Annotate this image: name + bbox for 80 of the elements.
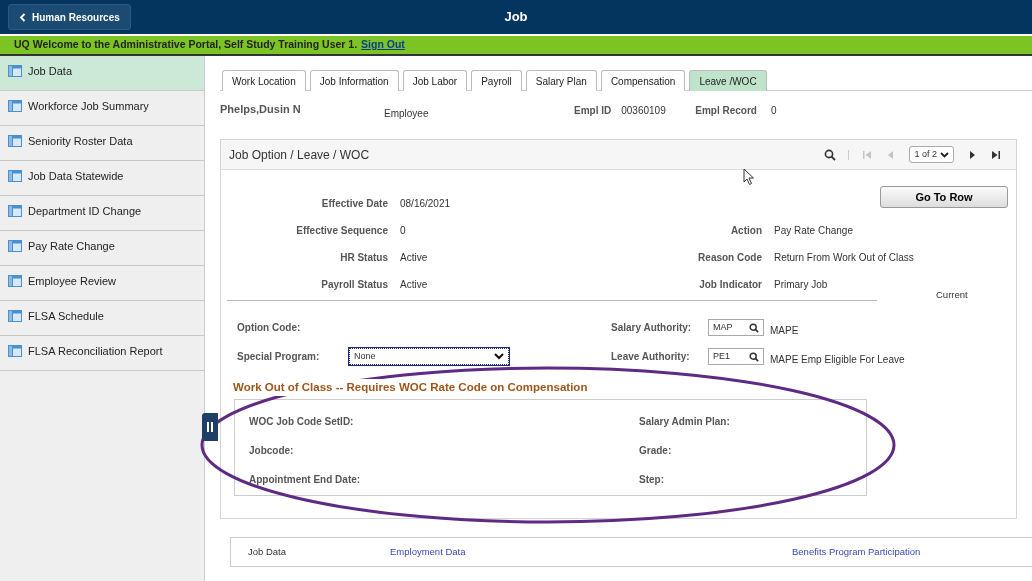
lookup-field[interactable]: MAP <box>708 319 764 336</box>
sidebar-item[interactable]: Seniority Roster Data <box>0 126 204 161</box>
tab[interactable]: Payroll <box>471 70 522 91</box>
field-value: 08/16/2021 <box>400 197 452 211</box>
page-select[interactable]: 1 of 2 <box>909 145 954 164</box>
sidebar-item[interactable]: Employee Review <box>0 266 204 301</box>
field-value: Return From Work Out of Class <box>774 251 915 265</box>
field-label: Jobcode: <box>249 444 295 459</box>
field-label: WOC Job Code SetID: <box>249 415 355 430</box>
collapse-handle[interactable] <box>202 413 218 441</box>
field-label: Option Code: <box>237 321 302 335</box>
sidebar-item[interactable]: Workforce Job Summary <box>0 91 204 126</box>
field-value: Active <box>400 251 429 265</box>
empl-id-value: 00360109 <box>621 104 667 118</box>
field-label: Appointment End Date: <box>249 473 362 488</box>
sidebar-item[interactable]: FLSA Reconciliation Report <box>0 336 204 371</box>
page-icon <box>8 100 22 112</box>
page-icon <box>8 345 22 357</box>
lookup-field[interactable]: PE1 <box>708 348 764 365</box>
sign-out-link[interactable]: Sign Out <box>361 37 405 53</box>
tab[interactable]: Work Location <box>222 70 306 91</box>
sidebar-item[interactable]: Job Data Statewide <box>0 161 204 196</box>
footer-link[interactable]: Employment Data <box>390 544 792 560</box>
tab[interactable]: Job Information <box>309 70 399 91</box>
back-chevron-icon <box>19 12 26 22</box>
empl-id-label: Empl ID <box>574 104 612 118</box>
field-value: Pay Rate Change <box>774 224 854 238</box>
field-value: Active <box>400 278 429 292</box>
last-page-icon[interactable] <box>990 148 1002 161</box>
page-icon <box>8 65 22 77</box>
footer-text: Job Data <box>248 544 288 559</box>
welcome-message: UQ Welcome to the Administrative Portal, Self Study Training User 1. <box>14 37 358 53</box>
field-label: Salary Admin Plan: <box>639 415 731 430</box>
dropdown-icon <box>494 353 504 360</box>
page-icon <box>8 205 22 217</box>
empl-record-label: Empl Record <box>695 104 757 118</box>
footer-link[interactable]: Benefits Program Participation <box>792 544 921 560</box>
page-icon <box>8 310 22 322</box>
empl-record-value: 0 <box>770 104 777 118</box>
special-program-select[interactable]: None <box>349 348 509 365</box>
field-label: Payroll Status <box>320 278 388 292</box>
search-icon[interactable] <box>824 148 837 161</box>
go-to-row-button[interactable]: Go To Row <box>880 186 1008 208</box>
sidebar-item[interactable]: Job Data <box>0 56 204 91</box>
page-icon <box>8 275 22 287</box>
page-icon <box>8 240 22 252</box>
tab[interactable]: Salary Plan <box>525 70 597 91</box>
field-label: Leave Authority: <box>611 350 691 364</box>
field-label: HR Status <box>339 251 388 265</box>
field-label: Job Indicator <box>698 278 762 292</box>
search-icon[interactable] <box>749 322 759 333</box>
field-value: 0 <box>400 224 407 238</box>
pause-icon <box>207 422 213 432</box>
field-label: Reason Code <box>697 251 762 265</box>
panel-title: Job Option / Leave / WOC <box>229 146 370 164</box>
field-description: MAPE Emp Eligible For Leave <box>770 353 905 367</box>
section-title: Work Out of Class -- Requires WOC Rate Code on Compensation <box>233 379 588 397</box>
field-label: Effective Sequence <box>295 224 388 238</box>
field-description: MAPE <box>770 324 799 338</box>
sidebar-item[interactable]: Pay Rate Change <box>0 231 204 266</box>
employee-type: Employee <box>384 107 430 121</box>
search-icon[interactable] <box>749 351 759 362</box>
sidebar-item[interactable]: FLSA Schedule <box>0 301 204 336</box>
page-title: Job <box>504 9 528 25</box>
field-label: Special Program: <box>237 350 321 364</box>
tab[interactable]: Job Labor <box>402 70 468 91</box>
field-label: Action <box>729 224 762 238</box>
page-icon <box>8 170 22 182</box>
field-label: Step: <box>639 473 665 488</box>
field-label: Salary Authority: <box>611 321 693 335</box>
field-label: Grade: <box>639 444 673 459</box>
employee-name: Phelps,Dusin N <box>220 102 302 117</box>
dropdown-icon <box>940 151 949 158</box>
sidebar-item[interactable]: Department ID Change <box>0 196 204 231</box>
current-label: Current <box>936 288 968 302</box>
page-icon <box>8 135 22 147</box>
field-label: Effective Date <box>320 197 388 211</box>
tab[interactable]: Compensation <box>600 70 686 91</box>
tab[interactable]: Leave /WOC <box>689 70 767 91</box>
back-button[interactable]: Human Resources <box>8 4 131 30</box>
